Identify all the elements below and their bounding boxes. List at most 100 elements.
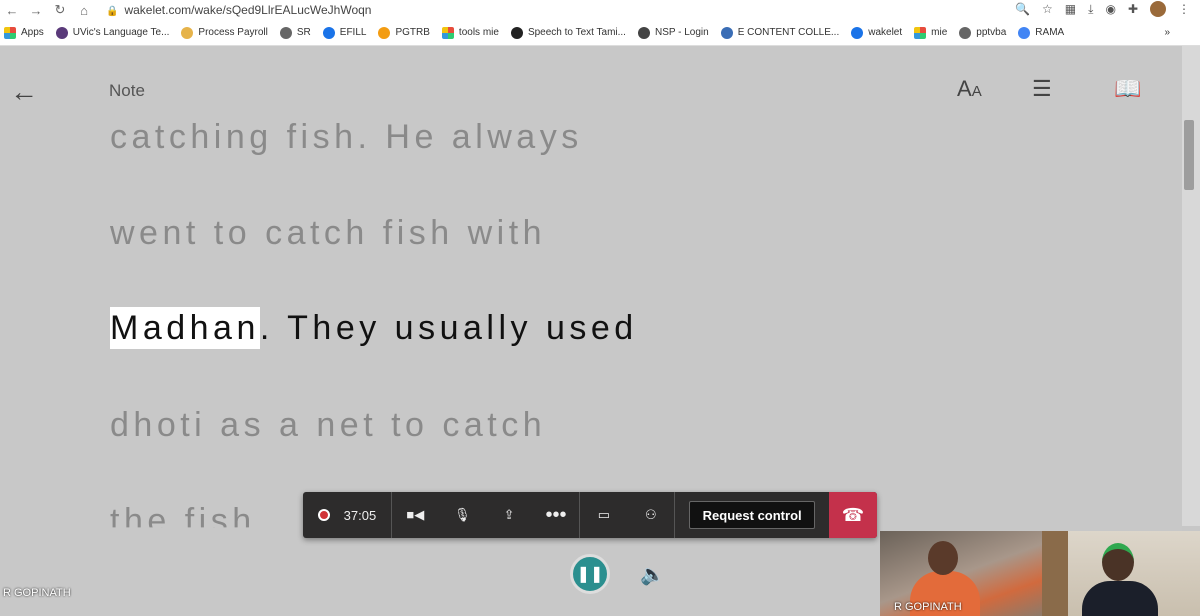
pause-share-icon: ❚❚: [576, 566, 604, 583]
bookmark-label: SR: [296, 27, 311, 38]
apps-grid-icon: [4, 26, 16, 39]
bookmark-label: wakelet: [868, 27, 903, 38]
back-icon[interactable]: ←: [0, 3, 24, 18]
more-actions-button[interactable]: •••: [533, 492, 580, 538]
bookmark-item[interactable]: Speech to Text Tami...: [510, 26, 626, 39]
chat-button[interactable]: ▭: [580, 492, 627, 538]
wakelet-icon: [851, 26, 864, 39]
reload-icon[interactable]: ↻: [48, 2, 72, 18]
bookmark-item[interactable]: wakelet: [851, 26, 903, 39]
bookmark-item[interactable]: NSP - Login: [637, 26, 709, 39]
screen-share-indicator-button[interactable]: ❚❚: [570, 554, 610, 594]
bookmark-item[interactable]: E CONTENT COLLE...: [720, 26, 840, 39]
speech-icon: [510, 26, 523, 39]
hang-up-phone-icon: ☎: [841, 504, 865, 525]
text-line: catching fish. He always: [110, 118, 583, 156]
text-line-active: Madhan. They usually used: [110, 307, 638, 349]
bookmark-item[interactable]: Apps: [4, 26, 44, 39]
active-line-rest: . They usually used: [259, 309, 638, 347]
self-figure: [1082, 581, 1158, 616]
participant-head: [928, 541, 958, 575]
grammar-options-icon[interactable]: ☰: [1032, 76, 1052, 102]
globe-icon: [279, 26, 292, 39]
participant-video-name: R GOPINATH: [894, 601, 962, 613]
bookmark-label: E CONTENT COLLE...: [737, 27, 840, 38]
share-screen-button[interactable]: ⇪: [486, 492, 533, 538]
bookmark-item[interactable]: SR: [279, 26, 311, 39]
chat-icon: ▭: [597, 507, 611, 522]
record-dot-icon: [317, 509, 330, 521]
bookmark-item[interactable]: Process Payroll: [181, 26, 268, 39]
participant-name-left: R GOPINATH: [3, 587, 71, 599]
bookmark-label: Process Payroll: [198, 27, 268, 38]
browser-actions: 🔍 ☆ ▦ ⤓ ◉ ✚ ⋮: [1015, 1, 1190, 17]
home-icon[interactable]: ⌂: [72, 3, 96, 18]
microsoft-icon: [441, 26, 454, 39]
bookmark-item[interactable]: mie: [914, 26, 948, 39]
text-line: dhoti as a net to catch: [110, 406, 547, 444]
camera-button[interactable]: ■◀: [392, 492, 439, 538]
self-video-tile[interactable]: [1042, 531, 1200, 616]
bookmark-item[interactable]: PGTRB: [378, 26, 430, 39]
participants-icon: ⚇: [645, 507, 657, 522]
extensions-puzzle-icon[interactable]: ✚: [1128, 2, 1138, 16]
call-timer: 37:05: [343, 507, 377, 523]
bookmark-item[interactable]: pptvba: [959, 26, 1007, 39]
participant-video-tile[interactable]: R GOPINATH: [880, 531, 1042, 616]
speaker-settings-icon[interactable]: 🔈: [640, 562, 665, 587]
text-line: went to catch fish with: [110, 214, 547, 252]
text-preferences-icon[interactable]: AA: [957, 76, 982, 102]
bookmarks-bar: Apps UVic's Language Te... Process Payroll…: [0, 20, 1200, 46]
forward-icon[interactable]: →: [24, 3, 48, 18]
url-text: wakelet.com/wake/sQed9LlrEALucWeJhWoqn: [124, 3, 372, 17]
google-icon: [1018, 26, 1031, 39]
download-icon[interactable]: ⤓: [1088, 2, 1093, 17]
nsp-icon: [637, 26, 650, 39]
bookmark-label: mie: [931, 27, 948, 38]
video-camera-icon: ■◀: [406, 507, 425, 522]
browser-toolbar: ← → ↻ ⌂ 🔒 wakelet.com/wake/sQed9LlrEALucW…: [0, 0, 1200, 20]
pgtrb-icon: [378, 26, 391, 39]
back-arrow-icon[interactable]: ←: [10, 78, 38, 106]
ellipsis-icon: •••: [545, 503, 567, 526]
lock-icon: 🔒: [106, 6, 119, 17]
scrollbar-track[interactable]: [1182, 46, 1200, 526]
extension-icon[interactable]: ◉: [1105, 2, 1115, 16]
menu-kebab-icon[interactable]: ⋮: [1178, 2, 1190, 16]
microphone-icon: 🎙: [453, 507, 471, 522]
bookmarks-overflow-icon[interactable]: »: [1164, 27, 1170, 38]
bookmark-item[interactable]: RAMA: [1018, 26, 1064, 39]
hang-up-button[interactable]: ☎: [829, 492, 877, 538]
address-bar[interactable]: 🔒 wakelet.com/wake/sQed9LlrEALucWeJhWoqn: [106, 3, 371, 17]
profile-avatar[interactable]: [1150, 1, 1166, 17]
efill-icon: [322, 26, 335, 39]
text-line: the fish.: [110, 502, 270, 540]
bookmark-item[interactable]: UVic's Language Te...: [55, 26, 169, 39]
bookmark-label: NSP - Login: [654, 27, 709, 38]
note-title: Note: [109, 81, 145, 100]
mic-button[interactable]: 🎙: [439, 492, 486, 538]
background-shelf: [1042, 531, 1068, 616]
bookmark-label: pptvba: [976, 27, 1007, 38]
screen: ← → ↻ ⌂ 🔒 wakelet.com/wake/sQed9LlrEALucW…: [0, 0, 1200, 616]
bookmark-item[interactable]: tools mie: [441, 26, 499, 39]
bookmark-label: tools mie: [458, 27, 499, 38]
participants-button[interactable]: ⚇: [627, 492, 674, 538]
highlighted-word[interactable]: Madhan: [110, 307, 260, 349]
bookmark-item[interactable]: EFILL: [322, 26, 366, 39]
scrollbar-thumb[interactable]: [1184, 120, 1194, 190]
share-tray-icon: ⇪: [503, 507, 515, 522]
request-control-button[interactable]: Request control: [689, 501, 816, 529]
bookmark-label: Apps: [21, 27, 44, 38]
star-icon[interactable]: ☆: [1042, 2, 1053, 16]
uvic-icon: [55, 26, 68, 39]
bookmark-label: PGTRB: [395, 27, 430, 38]
econtent-icon: [720, 26, 733, 39]
globe-icon: [959, 26, 972, 39]
payroll-icon: [181, 26, 194, 39]
qr-icon[interactable]: ▦: [1065, 2, 1076, 16]
self-head: [1102, 543, 1134, 581]
zoom-icon[interactable]: 🔍: [1015, 2, 1030, 16]
reading-preferences-book-icon[interactable]: 📖: [1114, 76, 1141, 102]
microsoft-icon: [914, 26, 927, 39]
